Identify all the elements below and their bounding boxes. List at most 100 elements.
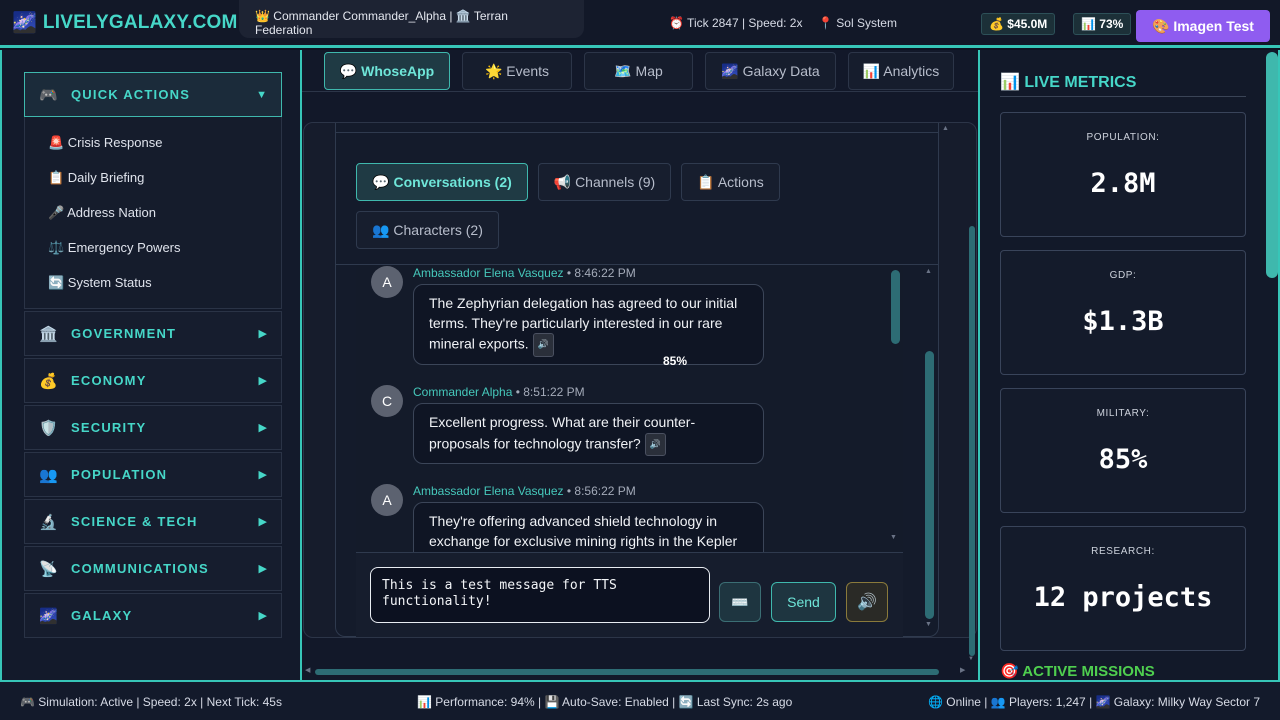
tab-events[interactable]: 🌟 Events xyxy=(462,52,572,90)
avatar: A xyxy=(371,484,403,516)
send-button[interactable]: Send xyxy=(771,582,836,622)
chat-scrollbar[interactable] xyxy=(925,351,934,619)
message-meta: Ambassador Elena Vasquez • 8:56:22 PM xyxy=(413,484,636,498)
location-info: 📍 Sol System xyxy=(818,16,897,30)
performance-status: 📊 Performance: 94% | 💾 Auto-Save: Enable… xyxy=(417,695,793,709)
section-label: SCIENCE & TECH xyxy=(71,514,198,529)
scroll-up-arrow[interactable]: ▲ xyxy=(925,268,932,275)
message-bubble: Excellent progress. What are their count… xyxy=(413,403,764,464)
whoseapp-panel: 💬 Conversations (2) 📢 Channels (9) 📋 Act… xyxy=(303,122,977,638)
simulation-status: 🎮 Simulation: Active | Speed: 2x | Next … xyxy=(20,695,282,709)
message-sender: Ambassador Elena Vasquez xyxy=(413,484,564,498)
satellite-icon: 📡 xyxy=(39,560,58,578)
approval-badge: 📊 73% xyxy=(1073,13,1132,35)
quick-actions-header[interactable]: 🎮 QUICK ACTIONS ▼ xyxy=(24,72,282,117)
message-input[interactable] xyxy=(370,567,710,623)
sidebar-section-galaxy[interactable]: 🌌 GALAXY ▶ xyxy=(24,593,282,638)
quick-action-crisis-response[interactable]: 🚨 Crisis Response xyxy=(48,135,162,151)
sidebar-section-security[interactable]: 🛡️ SECURITY ▶ xyxy=(24,405,282,450)
logo-text: LIVELYGALAXY.COM xyxy=(42,11,238,33)
imagen-test-button[interactable]: 🎨 Imagen Test xyxy=(1136,10,1270,42)
metric-military: MILITARY: 85% xyxy=(1000,388,1246,513)
message-time: • 8:51:22 PM xyxy=(512,385,585,399)
sidebar-section-science-tech[interactable]: 🔬 SCIENCE & TECH ▶ xyxy=(24,499,282,544)
message-meta: Commander Alpha • 8:51:22 PM xyxy=(413,385,585,399)
message-time: • 8:56:22 PM xyxy=(563,484,636,498)
sidebar-section-economy[interactable]: 💰 ECONOMY ▶ xyxy=(24,358,282,403)
quick-actions-list: 🚨 Crisis Response 📋 Daily Briefing 🎤 Add… xyxy=(24,117,282,309)
tab-map[interactable]: 🗺️ Map xyxy=(584,52,693,90)
live-metrics-title: 📊 LIVE METRICS xyxy=(1000,72,1246,97)
tab-whoseapp[interactable]: 💬 WhoseApp xyxy=(324,52,450,90)
credits-badge: 💰 $45.0M xyxy=(981,13,1056,35)
chevron-right-icon: ▶ xyxy=(258,516,267,528)
online-status: 🌐 Online | 👥 Players: 1,247 | 🌌 Galaxy: … xyxy=(928,695,1261,709)
chevron-down-icon: ▼ xyxy=(256,88,267,101)
metric-label: MILITARY: xyxy=(1096,408,1150,419)
subtab-conversations[interactable]: 💬 Conversations (2) xyxy=(356,163,528,201)
message-bubble: The Zephyrian delegation has agreed to o… xyxy=(413,284,764,365)
message-text: The Zephyrian delegation has agreed to o… xyxy=(429,295,738,352)
message-sender: Ambassador Elena Vasquez xyxy=(413,266,564,280)
quick-action-daily-briefing[interactable]: 📋 Daily Briefing xyxy=(48,170,144,186)
divider xyxy=(336,132,938,133)
chevron-right-icon: ▶ xyxy=(258,375,267,387)
scroll-down-arrow[interactable]: ▼ xyxy=(968,656,974,662)
message-bubble: They're offering advanced shield technol… xyxy=(413,502,764,552)
subtab-channels[interactable]: 📢 Channels (9) xyxy=(538,163,671,201)
section-label: GOVERNMENT xyxy=(71,326,177,341)
message-text: They're offering advanced shield technol… xyxy=(429,513,738,549)
section-label: GALAXY xyxy=(71,608,133,623)
message-list[interactable]: A Ambassador Elena Vasquez • 8:46:22 PM … xyxy=(356,265,903,552)
scroll-left-arrow[interactable]: ◀ xyxy=(305,666,310,674)
metric-label: GDP: xyxy=(1109,270,1137,281)
top-header: 🌌 LIVELYGALAXY.COM 👑 Commander Commander… xyxy=(0,0,1280,48)
quick-action-address-nation[interactable]: 🎤 Address Nation xyxy=(48,205,156,221)
section-label: POPULATION xyxy=(71,467,168,482)
metric-population: POPULATION: 2.8M xyxy=(1000,112,1246,237)
section-label: COMMUNICATIONS xyxy=(71,561,209,576)
sidebar-section-communications[interactable]: 📡 COMMUNICATIONS ▶ xyxy=(24,546,282,591)
scroll-down-arrow[interactable]: ▼ xyxy=(925,621,932,628)
metric-value: 12 projects xyxy=(1033,582,1213,613)
speaker-icon[interactable]: 🔊 xyxy=(532,333,554,357)
chevron-right-icon: ▶ xyxy=(258,563,267,575)
message-composer: ⌨️ Send 🔊 xyxy=(356,552,903,637)
quick-action-emergency-powers[interactable]: ⚖️ Emergency Powers xyxy=(48,240,181,256)
chevron-right-icon: ▶ xyxy=(258,469,267,481)
message-sender: Commander Alpha xyxy=(413,385,513,399)
metrics-scrollbar[interactable] xyxy=(1266,52,1278,278)
avatar: A xyxy=(371,266,403,298)
tab-analytics[interactable]: 📊 Analytics xyxy=(848,52,954,90)
status-footer: 🎮 Simulation: Active | Speed: 2x | Next … xyxy=(0,680,1280,720)
main-vertical-scrollbar[interactable] xyxy=(969,226,975,656)
sidebar-section-government[interactable]: 🏛️ GOVERNMENT ▶ xyxy=(24,311,282,356)
main-content: 💬 WhoseApp 🌟 Events 🗺️ Map 🌌 Galaxy Data… xyxy=(302,50,978,680)
left-sidebar: 🎮 QUICK ACTIONS ▼ 🚨 Crisis Response 📋 Da… xyxy=(0,50,302,680)
tab-galaxy-data[interactable]: 🌌 Galaxy Data xyxy=(705,52,836,90)
quick-action-system-status[interactable]: 🔄 System Status xyxy=(48,275,152,291)
subtab-actions[interactable]: 📋 Actions xyxy=(681,163,780,201)
scroll-right-arrow[interactable]: ▶ xyxy=(960,666,965,674)
scroll-down-arrow[interactable]: ▼ xyxy=(890,534,897,541)
active-missions-title: 🎯 ACTIVE MISSIONS xyxy=(1000,663,1155,680)
avatar: C xyxy=(371,385,403,417)
logo[interactable]: 🌌 LIVELYGALAXY.COM xyxy=(12,10,238,35)
metric-value: $1.3B xyxy=(1082,306,1164,337)
chat-card: 💬 Conversations (2) 📢 Channels (9) 📋 Act… xyxy=(335,123,939,637)
message-meta: Ambassador Elena Vasquez • 8:46:22 PM xyxy=(413,266,636,280)
main-horizontal-scrollbar[interactable] xyxy=(315,669,939,675)
gamepad-icon: 🎮 xyxy=(39,86,58,104)
metric-label: POPULATION: xyxy=(1086,132,1160,143)
chevron-right-icon: ▶ xyxy=(258,610,267,622)
message-scrollbar[interactable] xyxy=(891,270,900,344)
sidebar-section-population[interactable]: 👥 POPULATION ▶ xyxy=(24,452,282,497)
tick-info: ⏰ Tick 2847 | Speed: 2x xyxy=(669,16,803,30)
metric-research: RESEARCH: 12 projects xyxy=(1000,526,1246,651)
keyboard-button[interactable]: ⌨️ xyxy=(719,582,761,622)
subtab-characters[interactable]: 👥 Characters (2) xyxy=(356,211,499,249)
speaker-icon[interactable]: 🔊 xyxy=(644,432,666,456)
metric-gdp: GDP: $1.3B xyxy=(1000,250,1246,375)
scroll-up-arrow[interactable]: ▲ xyxy=(942,125,949,132)
tts-speaker-button[interactable]: 🔊 xyxy=(846,582,888,622)
